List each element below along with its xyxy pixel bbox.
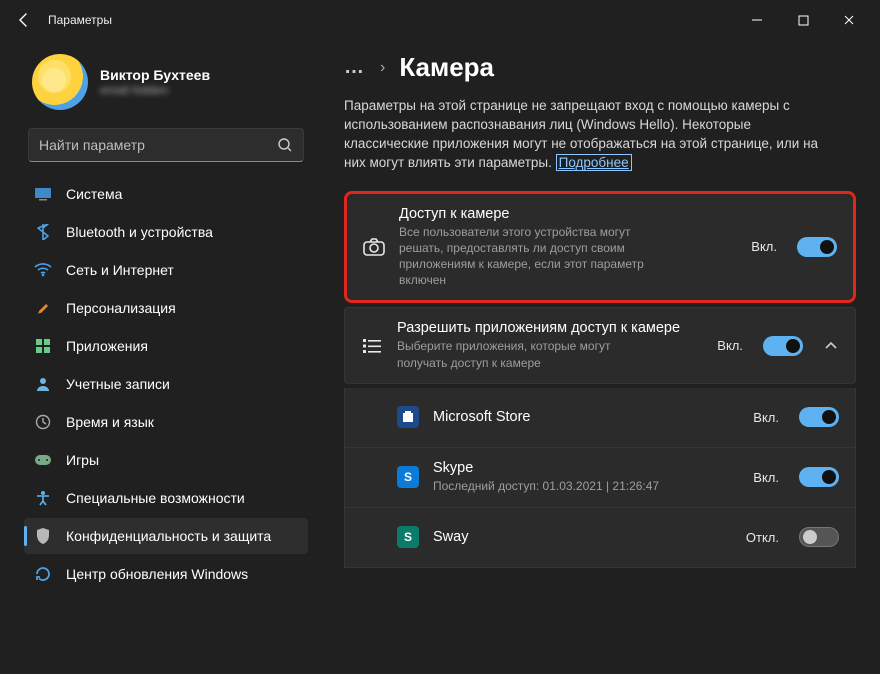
app-toggle-msstore[interactable]	[799, 407, 839, 427]
card-app-access[interactable]: Разрешить приложениям доступ к камере Вы…	[344, 307, 856, 383]
camera-access-state: Вкл.	[751, 239, 777, 254]
back-button[interactable]	[8, 4, 40, 36]
nav-privacy[interactable]: Конфиденциальность и защита	[24, 518, 308, 554]
nav-accounts[interactable]: Учетные записи	[24, 366, 308, 402]
nav-games[interactable]: Игры	[24, 442, 308, 478]
search-input[interactable]	[39, 137, 277, 153]
wifi-icon	[34, 261, 52, 279]
app-name: Skype	[433, 460, 739, 476]
app-state: Откл.	[746, 530, 779, 545]
nav-update[interactable]: Центр обновления Windows	[24, 556, 308, 592]
nav-bluetooth[interactable]: Bluetooth и устройства	[24, 214, 308, 250]
maximize-button[interactable]	[780, 4, 826, 36]
camera-access-toggle[interactable]	[797, 237, 837, 257]
nav-accessibility[interactable]: Специальные возможности	[24, 480, 308, 516]
avatar	[32, 54, 88, 110]
app-toggle-sway[interactable]	[799, 527, 839, 547]
app-toggle-skype[interactable]	[799, 467, 839, 487]
nav-network[interactable]: Сеть и Интернет	[24, 252, 308, 288]
search-box[interactable]	[28, 128, 304, 162]
page-title: Камера	[399, 52, 494, 83]
nav-apps[interactable]: Приложения	[24, 328, 308, 364]
highlight-box: Доступ к камере Все пользователи этого у…	[344, 191, 856, 304]
camera-icon	[363, 238, 385, 256]
skype-icon: S	[397, 466, 419, 488]
app-sub: Последний доступ: 01.03.2021 | 21:26:47	[433, 478, 693, 494]
app-row-sway[interactable]: S Sway Откл.	[344, 508, 856, 568]
camera-access-subtitle: Все пользователи этого устройства могут …	[399, 224, 659, 289]
bluetooth-icon	[34, 223, 52, 241]
search-icon	[277, 137, 293, 153]
app-access-state: Вкл.	[717, 338, 743, 353]
app-state: Вкл.	[753, 410, 779, 425]
profile-email: email hidden	[100, 83, 210, 97]
clock-icon	[34, 413, 52, 431]
system-icon	[34, 185, 52, 203]
app-name: Microsoft Store	[433, 409, 739, 425]
camera-access-title: Доступ к камере	[399, 206, 737, 222]
card-camera-access[interactable]: Доступ к камере Все пользователи этого у…	[347, 194, 853, 301]
list-icon	[361, 338, 383, 354]
close-button[interactable]	[826, 4, 872, 36]
apps-icon	[34, 337, 52, 355]
nav-system[interactable]: Система	[24, 176, 308, 212]
window-title: Параметры	[48, 13, 112, 27]
sway-icon: S	[397, 526, 419, 548]
profile-name: Виктор Бухтеев	[100, 67, 210, 83]
app-row-msstore[interactable]: Microsoft Store Вкл.	[344, 388, 856, 448]
intro-text: Параметры на этой странице не запрещают …	[344, 97, 824, 173]
msstore-icon	[397, 406, 419, 428]
minimize-button[interactable]	[734, 4, 780, 36]
app-access-subtitle: Выберите приложения, которые могут получ…	[397, 338, 657, 370]
app-name: Sway	[433, 529, 732, 545]
chevron-right-icon: ›	[380, 59, 385, 77]
nav-time-language[interactable]: Время и язык	[24, 404, 308, 440]
nav-personalization[interactable]: Персонализация	[24, 290, 308, 326]
person-icon	[34, 375, 52, 393]
chevron-up-icon[interactable]	[823, 342, 839, 350]
update-icon	[34, 565, 52, 583]
gamepad-icon	[34, 451, 52, 469]
app-row-skype[interactable]: S Skype Последний доступ: 01.03.2021 | 2…	[344, 448, 856, 508]
brush-icon	[34, 299, 52, 317]
breadcrumb-more[interactable]: …	[344, 56, 366, 79]
shield-icon	[34, 527, 52, 545]
accessibility-icon	[34, 489, 52, 507]
learn-more-link[interactable]: Подробнее	[556, 154, 632, 171]
profile[interactable]: Виктор Бухтеев email hidden	[24, 48, 308, 124]
app-state: Вкл.	[753, 470, 779, 485]
app-access-toggle[interactable]	[763, 336, 803, 356]
app-access-title: Разрешить приложениям доступ к камере	[397, 320, 703, 336]
